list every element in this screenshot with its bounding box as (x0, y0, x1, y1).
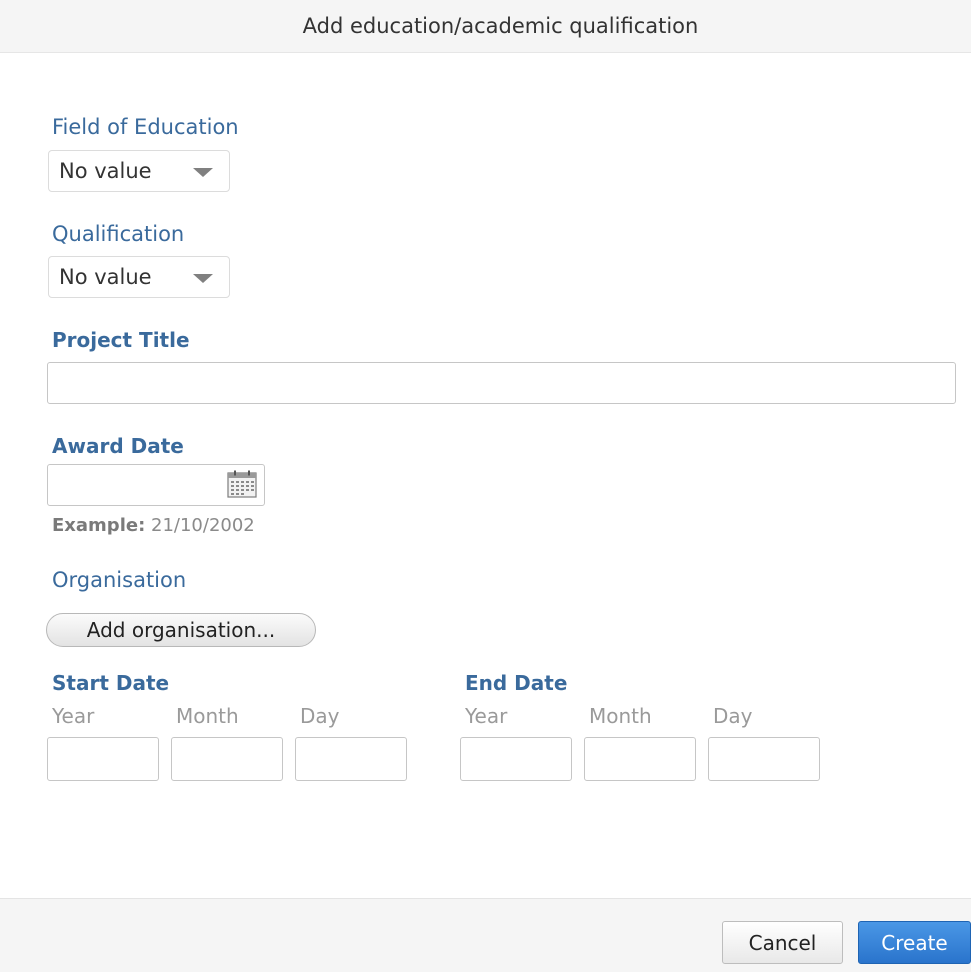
start-month-label: Month (176, 704, 239, 728)
end-day-label: Day (713, 704, 753, 728)
field-of-education-select[interactable]: No value (48, 150, 230, 192)
end-date-label: End Date (465, 671, 568, 695)
start-month-input[interactable] (171, 737, 283, 781)
dialog-title: Add education/academic qualification (302, 14, 699, 38)
start-day-input[interactable] (295, 737, 407, 781)
qualification-value: No value (59, 265, 152, 289)
dialog-titlebar: Add education/academic qualification (0, 0, 971, 53)
project-title-label: Project Title (52, 328, 190, 352)
calendar-icon[interactable] (227, 470, 257, 498)
project-title-input[interactable] (47, 362, 956, 404)
end-year-input[interactable] (460, 737, 572, 781)
start-day-label: Day (300, 704, 340, 728)
qualification-select[interactable]: No value (48, 256, 230, 298)
end-year-label: Year (465, 704, 508, 728)
chevron-down-icon (193, 274, 213, 283)
start-year-input[interactable] (47, 737, 159, 781)
add-qualification-dialog: Add education/academic qualification Fie… (0, 0, 971, 972)
award-date-label: Award Date (52, 434, 184, 458)
chevron-down-icon (193, 168, 213, 177)
example-value: 21/10/2002 (151, 515, 255, 536)
end-month-input[interactable] (584, 737, 696, 781)
field-of-education-value: No value (59, 159, 152, 183)
start-year-label: Year (52, 704, 95, 728)
start-date-label: Start Date (52, 671, 170, 695)
end-day-input[interactable] (708, 737, 820, 781)
example-prefix: Example: (52, 515, 146, 536)
create-button[interactable]: Create (858, 921, 971, 964)
add-organisation-button[interactable]: Add organisation... (46, 613, 316, 647)
cancel-button[interactable]: Cancel (722, 921, 843, 964)
award-date-example: Example: 21/10/2002 (52, 515, 255, 536)
field-of-education-label: Field of Education (52, 115, 239, 139)
qualification-label: Qualification (52, 222, 185, 246)
organisation-label: Organisation (52, 568, 187, 592)
end-month-label: Month (589, 704, 652, 728)
